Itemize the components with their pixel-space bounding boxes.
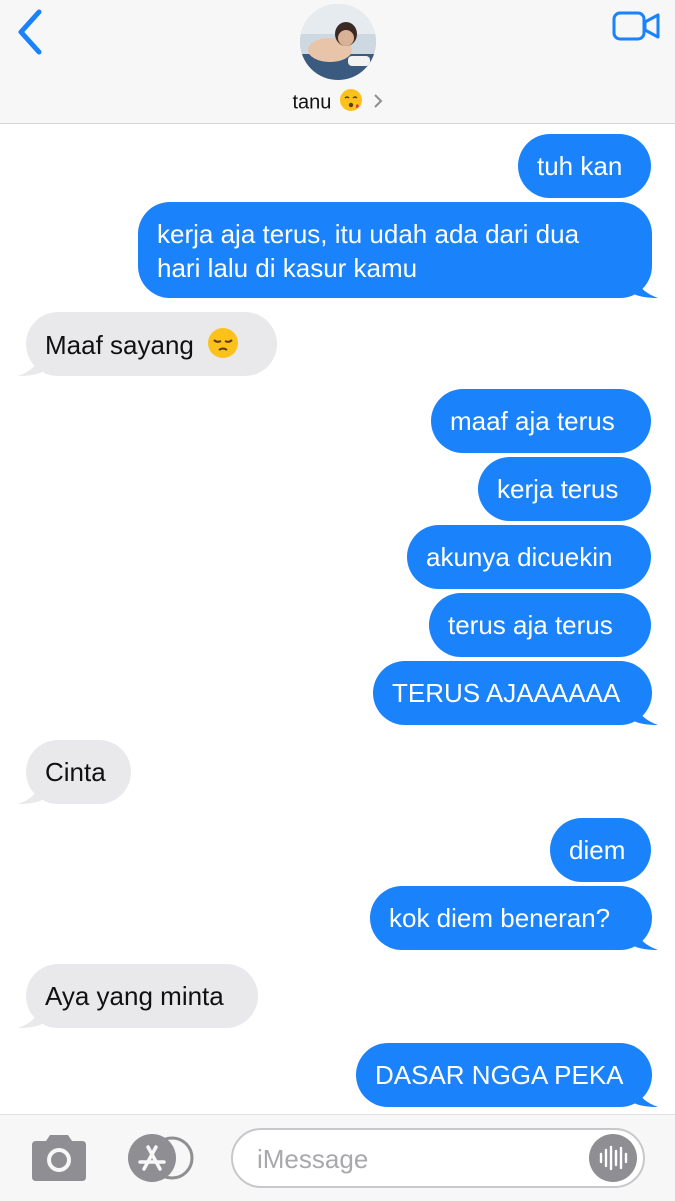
sent-message[interactable]: tuh kan (518, 134, 651, 198)
back-button[interactable] (8, 6, 52, 58)
message-text-line: hari lalu di kasur kamu (157, 253, 418, 283)
sent-message[interactable]: akunya dicuekin (407, 525, 651, 589)
sent-message[interactable]: DASAR NGGA PEKA (356, 1043, 652, 1107)
message-text: terus aja terus (448, 610, 613, 640)
contact-name-button[interactable]: tanu (0, 88, 675, 118)
sent-message[interactable]: terus aja terus (429, 593, 651, 657)
bubble-tail (634, 928, 658, 950)
sent-message[interactable]: kerja terus (478, 457, 651, 521)
message-text: Cinta (45, 757, 106, 787)
bubble-tail (634, 1085, 658, 1107)
message-text: maaf aja terus (450, 406, 615, 436)
message-text: Aya yang minta (45, 981, 224, 1011)
video-call-button[interactable] (612, 10, 662, 42)
input-placeholder: iMessage (257, 1144, 369, 1174)
conversation-header: tanu (0, 0, 675, 124)
message-text: kok diem beneran? (389, 903, 611, 933)
message-text: TERUS AJAAAAAA (392, 678, 621, 708)
camera-icon (32, 1135, 86, 1181)
sent-message[interactable]: TERUS AJAAAAAA (373, 661, 652, 725)
message-text: tuh kan (537, 151, 623, 181)
sent-message[interactable]: kok diem beneran? (370, 886, 652, 950)
message-text: diem (569, 835, 626, 865)
camera-button[interactable] (28, 1133, 90, 1183)
received-message[interactable]: Maaf sayang (26, 312, 277, 376)
bubble-tail (18, 354, 42, 376)
chevron-left-icon (18, 9, 42, 55)
app-store-button[interactable] (126, 1133, 194, 1183)
sent-message[interactable]: maaf aja terus (431, 389, 651, 453)
message-text: DASAR NGGA PEKA (375, 1060, 624, 1090)
message-text: Maaf sayang (45, 330, 194, 360)
message-text: akunya dicuekin (426, 542, 613, 572)
pensive-face-emoji (207, 327, 239, 367)
bubble-tail (18, 782, 42, 804)
message-composer-bar: iMessage (0, 1114, 675, 1201)
message-text-line: kerja aja terus, itu udah ada dari dua (157, 219, 580, 249)
app-store-icon (128, 1134, 194, 1182)
contact-name: tanu (292, 91, 332, 114)
imessage-input[interactable]: iMessage (231, 1128, 645, 1188)
sent-message[interactable]: kerja aja terus, itu udah ada dari dua h… (138, 202, 652, 298)
received-message[interactable]: Aya yang minta (26, 964, 258, 1028)
message-text: kerja terus (497, 474, 619, 504)
sent-message[interactable]: diem (550, 818, 651, 882)
bubble-tail (634, 276, 658, 298)
chevron-right-icon (373, 92, 383, 115)
kissing-face-emoji (339, 88, 363, 118)
video-camera-icon (612, 11, 660, 41)
audio-message-button[interactable] (589, 1134, 637, 1182)
bubble-tail (18, 1006, 42, 1028)
bubble-tail (634, 703, 658, 725)
contact-avatar[interactable] (300, 4, 376, 80)
audio-waveform-icon (599, 1145, 628, 1171)
